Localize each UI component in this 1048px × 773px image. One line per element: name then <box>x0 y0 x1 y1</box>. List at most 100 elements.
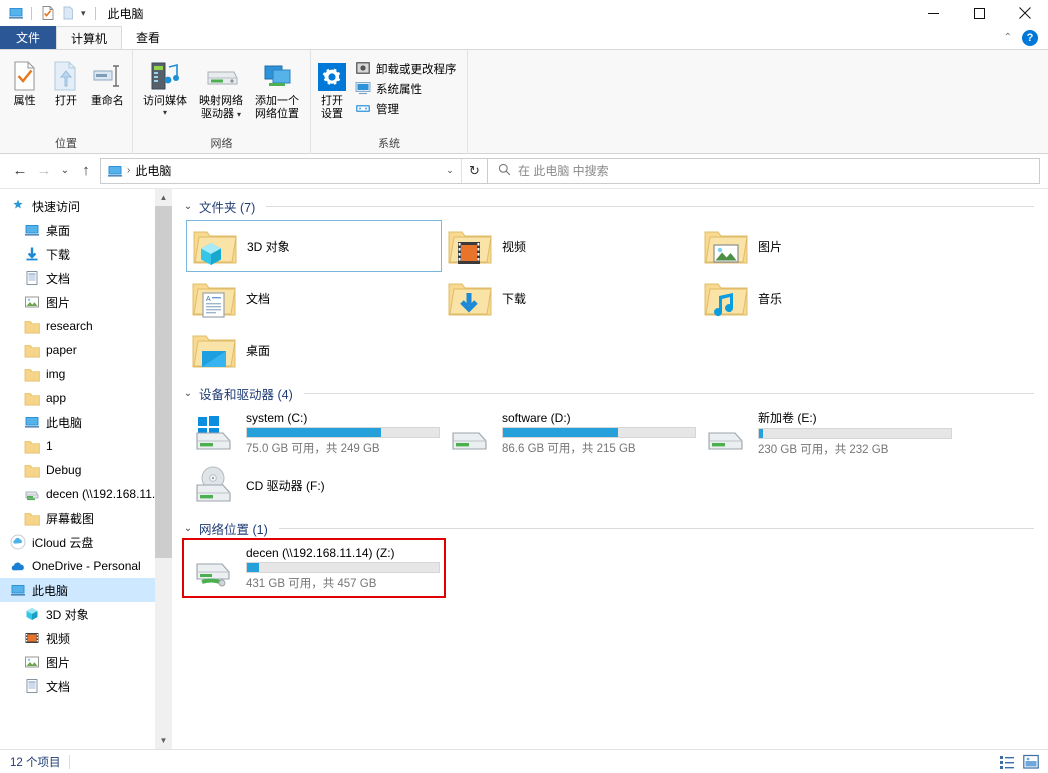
refresh-button[interactable]: ↻ <box>461 158 487 183</box>
folder-tile[interactable]: 图片 <box>698 220 954 272</box>
sidebar-item-0[interactable]: 快速访问 <box>0 194 172 218</box>
scrollbar-track[interactable] <box>155 206 172 732</box>
section-header-network[interactable]: ⌄ 网络位置 (1) <box>172 511 1048 540</box>
breadcrumb[interactable]: 此电脑 <box>135 162 171 179</box>
scrollbar-thumb[interactable] <box>155 206 172 558</box>
tab-view[interactable]: 查看 <box>122 26 174 49</box>
tab-file[interactable]: 文件 <box>0 26 57 49</box>
open-settings-button[interactable]: 打开 设置 <box>315 54 349 121</box>
hard-drive-icon <box>702 412 750 454</box>
open-label: 打开 <box>54 95 77 107</box>
chevron-down-icon[interactable]: ▾ <box>237 110 241 119</box>
address-bar[interactable]: › 此电脑 ⌄ ↻ <box>100 157 488 184</box>
recent-locations-button[interactable]: ⌄ <box>56 158 74 184</box>
properties-button[interactable]: 属性 <box>4 54 45 108</box>
sidebar-item-12[interactable]: decen (\\192.168.11.1 <box>0 482 172 506</box>
sidebar-item-19[interactable]: 图片 <box>0 650 172 674</box>
drive-tile[interactable]: 新加卷 (E:) 230 GB 可用，共 232 GB <box>698 407 954 459</box>
close-button[interactable] <box>1002 0 1048 26</box>
drive-tile[interactable]: software (D:) 86.6 GB 可用，共 215 GB <box>442 407 698 459</box>
sidebar-item-15[interactable]: OneDrive - Personal <box>0 554 172 578</box>
folder-icon <box>24 390 40 406</box>
add-network-location-button[interactable]: 添加一个 网络位置 <box>249 54 305 121</box>
drive-tile[interactable]: system (C:) 75.0 GB 可用，共 249 GB <box>186 407 442 459</box>
scroll-up-arrow-icon[interactable]: ▲ <box>155 189 172 206</box>
sidebar-item-label: 桌面 <box>46 223 71 238</box>
section-header-drives[interactable]: ⌄ 设备和驱动器 (4) <box>172 376 1048 405</box>
system-properties-button[interactable]: 系统属性 <box>353 79 462 99</box>
uninstall-program-button[interactable]: 卸载或更改程序 <box>353 59 462 79</box>
capacity-bar-fill <box>247 427 382 437</box>
navigation-scrollbar[interactable]: ▲ ▼ <box>155 189 172 749</box>
large-icons-view-icon[interactable] <box>1022 753 1040 771</box>
sidebar-item-18[interactable]: 视频 <box>0 626 172 650</box>
section-header-folders[interactable]: ⌄ 文件夹 (7) <box>172 189 1048 218</box>
sidebar-item-4[interactable]: 图片 <box>0 290 172 314</box>
sidebar-item-14[interactable]: iCloud 云盘 <box>0 530 172 554</box>
ribbon-helpers: ⌃ ? <box>1004 26 1048 49</box>
properties-icon[interactable] <box>39 5 56 22</box>
drive-name: software (D:) <box>502 410 571 425</box>
help-icon[interactable]: ? <box>1022 29 1038 46</box>
map-network-drive-button[interactable]: 映射网络 驱动器 ▾ <box>193 54 249 121</box>
folder-tile[interactable]: 下载 <box>442 272 698 324</box>
drive-tile[interactable]: CD 驱动器 (F:) <box>186 459 442 511</box>
tab-computer[interactable]: 计算机 <box>56 26 123 49</box>
capacity-bar <box>758 428 952 439</box>
chevron-up-icon[interactable]: ⌃ <box>1004 32 1012 43</box>
minimize-button[interactable] <box>910 0 956 26</box>
folder-tile[interactable]: 3D 对象 <box>186 220 442 272</box>
chevron-down-icon[interactable]: ▾ <box>163 108 167 117</box>
sidebar-item-6[interactable]: paper <box>0 338 172 362</box>
sidebar-item-10[interactable]: 1 <box>0 434 172 458</box>
search-box[interactable]: 在 此电脑 中搜索 <box>488 157 1040 184</box>
chevron-down-icon[interactable]: ⌄ <box>182 523 194 534</box>
title-bar: ▾ 此电脑 <box>0 0 1048 26</box>
chevron-down-icon[interactable]: ⌄ <box>182 388 194 399</box>
sidebar-item-label: iCloud 云盘 <box>32 535 94 550</box>
sidebar-item-9[interactable]: 此电脑 <box>0 410 172 434</box>
back-button[interactable]: ← <box>8 158 32 184</box>
network-location-tile[interactable]: decen (\\192.168.11.14) (Z:) 431 GB 可用，共 … <box>186 542 442 594</box>
sidebar-item-11[interactable]: Debug <box>0 458 172 482</box>
folder-tile-empty <box>442 324 698 376</box>
sidebar-item-2[interactable]: 下载 <box>0 242 172 266</box>
rename-button[interactable]: 重命名 <box>87 54 128 108</box>
sidebar-item-7[interactable]: img <box>0 362 172 386</box>
folder-tile[interactable]: A 文档 <box>186 272 442 324</box>
folder-icon <box>24 438 40 454</box>
scroll-down-arrow-icon[interactable]: ▼ <box>155 732 172 749</box>
chevron-down-icon[interactable]: ⌄ <box>182 201 194 212</box>
sidebar-item-16[interactable]: 此电脑 <box>0 578 172 602</box>
search-input[interactable]: 在 此电脑 中搜索 <box>518 162 609 179</box>
manage-button[interactable]: 管理 <box>353 99 462 119</box>
up-button[interactable]: ↑ <box>74 158 98 184</box>
properties-label: 属性 <box>13 95 36 107</box>
network-locations-grid: decen (\\192.168.11.14) (Z:) 431 GB 可用，共 … <box>172 540 1048 594</box>
details-view-icon[interactable] <box>998 753 1016 771</box>
sidebar-item-13[interactable]: 屏幕截图 <box>0 506 172 530</box>
add-network-location-label2: 网络位置 <box>255 108 299 120</box>
new-folder-icon[interactable] <box>59 5 76 22</box>
quick-access-dropdown-icon[interactable]: ▾ <box>79 8 88 19</box>
access-media-button[interactable]: 访问媒体 ▾ <box>137 54 193 117</box>
address-dropdown-icon[interactable]: ⌄ <box>439 165 461 176</box>
pictures-icon <box>24 294 40 310</box>
sidebar-item-1[interactable]: 桌面 <box>0 218 172 242</box>
file-list-pane[interactable]: ⌄ 文件夹 (7) 3D 对象 视频 图片 A 文档 下载 音乐桌面 ⌄ 设备和驱动器 (4… <box>172 189 1048 749</box>
open-button[interactable]: 打开 <box>45 54 86 108</box>
capacity-bar-fill <box>503 427 619 437</box>
folder-tile[interactable]: 桌面 <box>186 324 442 376</box>
sidebar-item-5[interactable]: research <box>0 314 172 338</box>
sidebar-item-3[interactable]: 文档 <box>0 266 172 290</box>
sidebar-item-17[interactable]: 3D 对象 <box>0 602 172 626</box>
properties-icon <box>10 58 40 92</box>
folder-tile[interactable]: 音乐 <box>698 272 954 324</box>
sidebar-item-20[interactable]: 文档 <box>0 674 172 698</box>
window-title: 此电脑 <box>107 6 144 21</box>
folder-tile[interactable]: 视频 <box>442 220 698 272</box>
maximize-button[interactable] <box>956 0 1002 26</box>
forward-button[interactable]: → <box>32 158 56 184</box>
sidebar-item-8[interactable]: app <box>0 386 172 410</box>
this-pc-icon[interactable] <box>7 5 24 22</box>
